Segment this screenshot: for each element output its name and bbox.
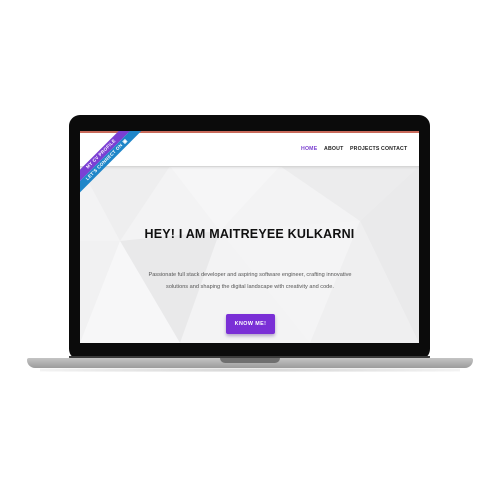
know-me-button[interactable]: KNOW ME! (226, 314, 275, 334)
cv-ribbon[interactable]: MY CV PROFILE LET'S CONNECT ON▣ (80, 131, 150, 201)
nav-home-link[interactable]: HOME (301, 146, 317, 152)
nav-contact-link[interactable]: CONTACT (381, 146, 407, 152)
laptop-screen: HOME ABOUT PROJECTS CONTACT HEY! I AM MA… (80, 131, 419, 343)
cv-ribbon-band[interactable]: MY CV PROFILE LET'S CONNECT ON▣ (80, 131, 147, 200)
laptop-notch (220, 358, 280, 363)
nav-projects-link[interactable]: PROJECTS (350, 146, 380, 152)
laptop-shadow (40, 368, 460, 372)
nav-about-link[interactable]: ABOUT (324, 146, 343, 152)
hero-description: Passionate full stack developer and aspi… (148, 272, 352, 290)
hero-title: HEY! I AM MAITREYEE KULKARNI (144, 227, 355, 241)
